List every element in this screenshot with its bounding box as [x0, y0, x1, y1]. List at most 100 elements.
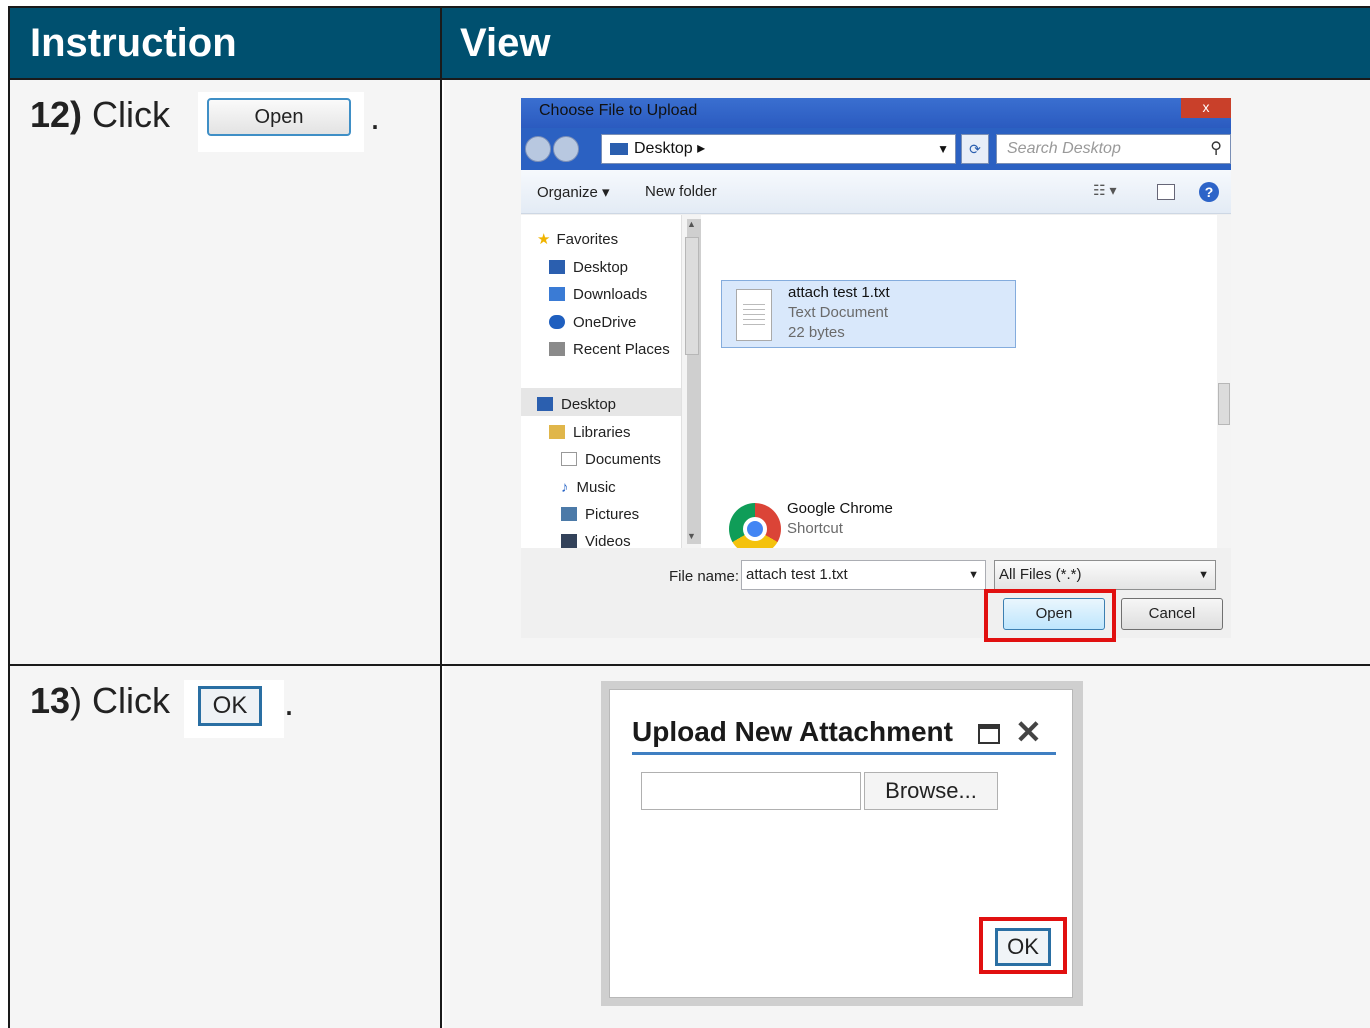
- nav-label: Recent Places: [573, 340, 670, 358]
- step-13-paren: ): [70, 680, 83, 721]
- open-highlight-box: [984, 589, 1116, 642]
- nav-label: Libraries: [573, 423, 631, 441]
- pictures-icon: [561, 507, 577, 521]
- title-underline: [632, 752, 1056, 755]
- document-icon: [561, 452, 577, 466]
- recent-icon: [549, 342, 565, 356]
- step-13-period: .: [284, 682, 295, 723]
- close-icon[interactable]: x: [1181, 98, 1231, 118]
- upload-dialog-title: Upload New Attachment: [632, 716, 953, 747]
- browse-button[interactable]: Browse...: [864, 772, 998, 810]
- nav-downloads[interactable]: Downloads: [549, 283, 647, 305]
- desktop-icon: [549, 260, 565, 274]
- nav-label: OneDrive: [573, 313, 637, 331]
- filetype-select[interactable]: All Files (*.*) ▼: [994, 560, 1216, 590]
- step-12-instruction-cell: 12) Click Open .: [10, 80, 442, 664]
- file-details: Google Chrome Shortcut: [787, 499, 893, 539]
- address-bar: Desktop ▸ ▼ ⟳ Search Desktop ⚲: [521, 128, 1231, 170]
- open-button-image: Open: [207, 98, 351, 136]
- step-13-text: 13 ) Click: [30, 680, 170, 722]
- nav-label: Desktop: [561, 395, 617, 413]
- close-icon[interactable]: ✕: [1015, 714, 1042, 750]
- step-12-verb: Click: [92, 94, 171, 135]
- nav-favorites[interactable]: ★ Favorites: [537, 228, 618, 250]
- folder-icon: [549, 425, 565, 439]
- choose-file-dialog: Choose File to Upload x Desktop ▸ ▼ ⟳ Se…: [521, 98, 1231, 638]
- header-view: View: [442, 8, 1370, 78]
- nav-libraries[interactable]: Libraries: [549, 421, 631, 443]
- file-path-input[interactable]: [641, 772, 861, 810]
- videos-icon: [561, 534, 577, 548]
- maximize-icon[interactable]: [978, 724, 1000, 744]
- nav-label: Videos: [585, 532, 631, 550]
- search-placeholder: Search Desktop: [1007, 140, 1121, 157]
- nav-pictures[interactable]: Pictures: [561, 503, 639, 525]
- ok-button-snippet: OK: [184, 680, 284, 738]
- step-12-text: 12) Click: [30, 94, 170, 136]
- file-name: Google Chrome: [787, 500, 893, 517]
- step-13-number: 13: [30, 680, 71, 721]
- nav-label: Desktop: [573, 258, 629, 276]
- downloads-icon: [549, 287, 565, 301]
- step-13-instruction-cell: 13 ) Click OK .: [10, 666, 442, 1028]
- cloud-icon: [549, 315, 565, 329]
- dialog-footer: File name: attach test 1.txt ▼ All Files…: [521, 548, 1231, 638]
- dialog-titlebar: Choose File to Upload x: [521, 98, 1231, 128]
- star-icon: ★: [537, 231, 551, 248]
- address-text: Desktop: [634, 140, 693, 157]
- ok-highlight-box: [979, 917, 1067, 974]
- chevron-down-icon[interactable]: ▼: [1198, 561, 1209, 589]
- nav-desktop[interactable]: Desktop: [549, 256, 628, 278]
- search-icon: ⚲: [1210, 140, 1222, 157]
- header-instruction: Instruction: [10, 8, 442, 78]
- forward-icon[interactable]: [553, 136, 579, 162]
- back-icon[interactable]: [525, 136, 551, 162]
- nav-onedrive[interactable]: OneDrive: [549, 311, 636, 333]
- chevron-down-icon[interactable]: ▼: [968, 561, 979, 589]
- help-icon[interactable]: ?: [1199, 182, 1219, 202]
- music-icon: ♪: [561, 478, 569, 496]
- step-13-verb: Click: [92, 680, 171, 721]
- file-size: 22 bytes: [788, 324, 845, 341]
- nav-recent-places[interactable]: Recent Places: [549, 338, 670, 360]
- nav-label: Documents: [585, 450, 661, 468]
- filename-value: attach test 1.txt: [746, 566, 848, 583]
- search-input[interactable]: Search Desktop ⚲: [996, 134, 1231, 164]
- nav-music[interactable]: ♪ Music: [561, 476, 616, 498]
- nav-label: Pictures: [585, 505, 640, 523]
- text-document-icon: [736, 289, 772, 341]
- cancel-button[interactable]: Cancel: [1121, 598, 1223, 630]
- desktop-icon: [610, 142, 628, 155]
- nav-desktop-root[interactable]: Desktop: [537, 393, 616, 415]
- nav-label: Favorites: [556, 230, 619, 248]
- nav-label: Downloads: [573, 285, 648, 303]
- dialog-title: Choose File to Upload: [539, 102, 698, 119]
- file-list: attach test 1.txt Text Document 22 bytes…: [701, 215, 1217, 555]
- chevron-down-icon[interactable]: ▼: [937, 135, 949, 163]
- preview-pane-icon[interactable]: [1157, 184, 1175, 200]
- desktop-icon: [537, 397, 553, 411]
- step-12-period: .: [370, 96, 381, 137]
- content-scrollbar[interactable]: [1217, 215, 1231, 548]
- ok-button-image: OK: [198, 686, 262, 726]
- organize-menu[interactable]: Organize ▾: [537, 183, 610, 201]
- nav-scrollbar[interactable]: ▲ ▼: [681, 215, 1169, 548]
- change-view-icon[interactable]: ☷ ▾: [1093, 182, 1133, 202]
- new-folder-button[interactable]: New folder: [645, 183, 717, 200]
- dialog-toolbar: Organize ▾ New folder ☷ ▾ ?: [521, 170, 1231, 214]
- nav-label: Music: [576, 478, 616, 496]
- nav-scroll-thumb[interactable]: [685, 237, 699, 355]
- filename-input[interactable]: attach test 1.txt ▼: [741, 560, 986, 590]
- address-box[interactable]: Desktop ▸ ▼: [601, 134, 956, 164]
- step-12-number: 12): [30, 94, 83, 135]
- refresh-icon[interactable]: ⟳: [961, 134, 989, 164]
- file-details: attach test 1.txt Text Document 22 bytes: [788, 283, 890, 343]
- file-type: Text Document: [788, 304, 889, 321]
- content-scroll-thumb[interactable]: [1218, 383, 1230, 425]
- nav-documents[interactable]: Documents: [561, 448, 661, 470]
- file-item-selected[interactable]: attach test 1.txt Text Document 22 bytes: [721, 280, 1016, 348]
- scroll-down-icon[interactable]: ▼: [687, 531, 696, 541]
- file-type: Shortcut: [787, 520, 843, 537]
- file-name: attach test 1.txt: [788, 284, 890, 301]
- filetype-value: All Files (*.*): [999, 566, 1082, 583]
